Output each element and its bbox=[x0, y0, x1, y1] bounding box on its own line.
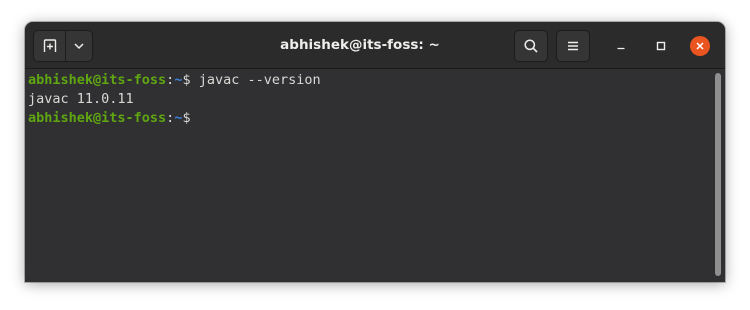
terminal-line: javac 11.0.11 bbox=[28, 90, 134, 109]
prompt-user-host: abhishek@its-foss bbox=[28, 72, 167, 88]
prompt-symbol: $ bbox=[182, 110, 199, 126]
new-tab-icon bbox=[43, 39, 56, 52]
terminal-line: abhishek@its-foss:~$ javac --version bbox=[28, 71, 321, 90]
hamburger-menu-icon bbox=[568, 41, 578, 51]
new-tab-button[interactable] bbox=[33, 30, 66, 62]
command-output: javac 11.0.11 bbox=[28, 91, 134, 107]
terminal-window: abhishek@its-foss: ~ abhishek@its-foss:~… bbox=[25, 22, 725, 282]
maximize-icon bbox=[656, 41, 666, 51]
header-bar: abhishek@its-foss: ~ bbox=[25, 22, 725, 69]
terminal-line: abhishek@its-foss:~$ bbox=[28, 109, 199, 128]
prompt-user-host: abhishek@its-foss bbox=[28, 110, 167, 126]
prompt-symbol: $ bbox=[182, 72, 199, 88]
close-button[interactable] bbox=[690, 36, 710, 56]
tab-menu-button[interactable] bbox=[65, 30, 93, 62]
search-icon bbox=[524, 39, 538, 53]
window-title: abhishek@its-foss: ~ bbox=[280, 37, 440, 53]
chevron-down-icon bbox=[74, 43, 84, 50]
minimize-icon bbox=[617, 47, 625, 50]
maximize-button[interactable] bbox=[651, 36, 671, 56]
scrollbar[interactable] bbox=[715, 73, 721, 276]
main-menu-button[interactable] bbox=[556, 30, 590, 62]
command-text: javac --version bbox=[198, 72, 321, 88]
search-button[interactable] bbox=[514, 30, 548, 62]
close-icon bbox=[696, 42, 704, 50]
minimize-button[interactable] bbox=[611, 36, 631, 56]
terminal-output-area[interactable]: abhishek@its-foss:~$ javac --version jav… bbox=[25, 69, 725, 282]
